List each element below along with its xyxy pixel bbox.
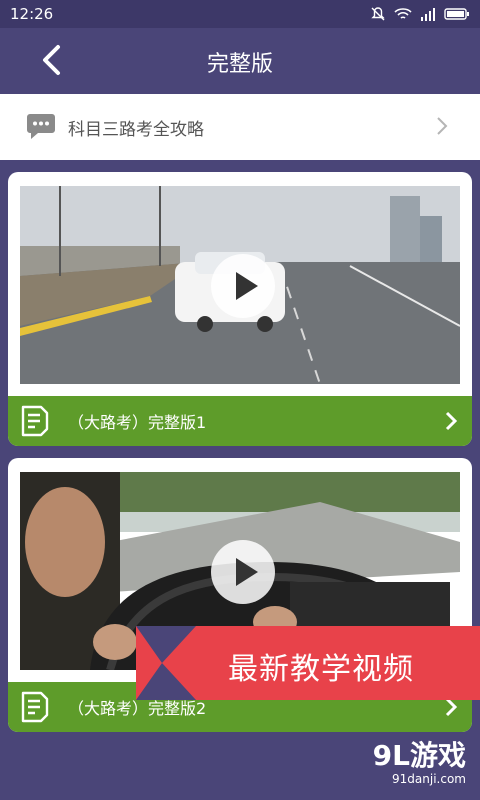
bell-muted-icon: [371, 7, 385, 21]
status-bar: 12:26: [0, 0, 480, 28]
chevron-right-icon: [445, 411, 458, 431]
watermark-site: 91danji.com: [392, 772, 466, 786]
promo-text: 最新教学视频: [228, 652, 414, 687]
battery-icon: [444, 8, 469, 20]
chevron-right-icon: [437, 117, 448, 135]
watermark-brand: 9L游戏: [372, 739, 466, 772]
video-title-1: （大路考）完整版1: [68, 413, 207, 432]
promo-ribbon: 最新教学视频: [136, 626, 480, 700]
document-icon: [21, 405, 49, 437]
document-icon: [21, 691, 49, 723]
wifi-icon: [394, 8, 412, 19]
status-time: 12:26: [10, 5, 54, 23]
watermark: 9L游戏 91danji.com: [373, 734, 466, 786]
video-footer-1[interactable]: （大路考）完整版1: [8, 396, 472, 446]
guide-banner[interactable]: 科目三路考全攻略: [0, 94, 480, 160]
page-title: 完整版: [206, 52, 273, 77]
chat-bubble-icon: [27, 114, 55, 139]
play-icon: [236, 558, 258, 586]
play-button-1[interactable]: [211, 254, 275, 318]
status-icons: [370, 6, 470, 22]
play-icon: [236, 272, 258, 300]
ribbon-fold-shape: [136, 626, 196, 700]
play-button-2[interactable]: [211, 540, 275, 604]
signal-icon: [421, 8, 435, 21]
video-card-1[interactable]: （大路考）完整版1: [8, 172, 472, 446]
top-bar: 完整版: [0, 28, 480, 94]
banner-label: 科目三路考全攻略: [68, 120, 204, 140]
video-thumbnail-1[interactable]: [20, 186, 460, 384]
